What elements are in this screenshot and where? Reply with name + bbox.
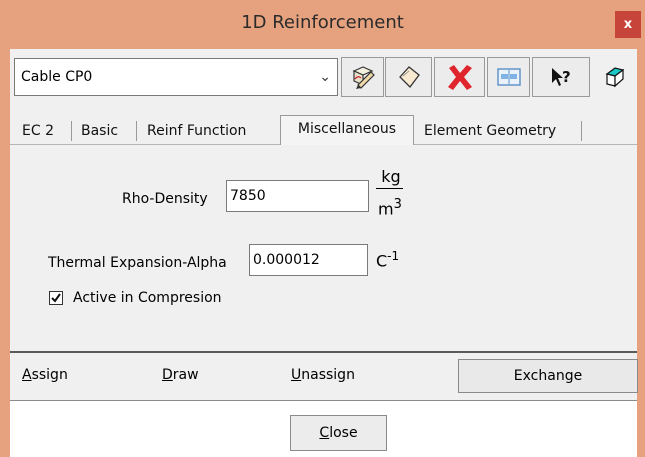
window-frame-left <box>0 49 10 457</box>
reinforcement-select-value: Cable CP0 <box>21 69 93 85</box>
thermal-expansion-unit-exp: -1 <box>387 249 400 263</box>
tab-basic[interactable]: Basic <box>81 119 118 143</box>
tab-reinf-function[interactable]: Reinf Function <box>147 119 246 143</box>
checkmark-icon <box>51 293 61 303</box>
close-label: lose <box>329 425 358 441</box>
eraser-3d-button[interactable] <box>592 57 636 97</box>
window-title: 1D Reinforcement <box>241 12 404 33</box>
properties-button[interactable] <box>487 57 530 97</box>
draw-label: raw <box>172 367 199 383</box>
window-frame-right <box>637 49 645 457</box>
assign-mnemonic: A <box>22 367 32 383</box>
rho-density-label: Rho-Density <box>122 191 208 207</box>
rho-unit-den-base: m <box>378 199 394 219</box>
assign-label: ssign <box>31 367 68 383</box>
edit-pencil-icon <box>352 66 375 89</box>
unassign-mnemonic: U <box>291 367 302 383</box>
rho-unit-numerator: kg <box>381 167 401 186</box>
svg-text:?: ? <box>562 68 571 86</box>
chevron-down-icon[interactable]: ⌄ <box>319 69 331 85</box>
tab-miscellaneous[interactable]: Miscellaneous <box>280 115 414 145</box>
thermal-expansion-input[interactable]: 0.000012 <box>249 244 368 276</box>
properties-icon <box>496 68 521 86</box>
window-close-button[interactable]: x <box>615 11 641 38</box>
tab-separator <box>581 121 582 141</box>
tab-separator <box>71 121 72 141</box>
rho-density-input[interactable]: 7850 <box>226 180 369 212</box>
unassign-button[interactable]: Unassign <box>291 367 355 383</box>
delete-button[interactable] <box>434 57 485 97</box>
active-compression-checkbox[interactable] <box>49 291 63 305</box>
draw-button[interactable]: Draw <box>162 367 199 383</box>
reinforcement-select[interactable]: Cable CP0 ⌄ <box>14 58 338 96</box>
title-bar: 1D Reinforcement x <box>0 0 645 49</box>
active-compression-label[interactable]: Active in Compresion <box>73 290 222 306</box>
dialog-footer: Close <box>10 401 637 457</box>
erase-button[interactable] <box>385 57 432 97</box>
exchange-button[interactable]: Exchange <box>458 359 638 393</box>
close-mnemonic: C <box>319 425 330 441</box>
thermal-expansion-unit: C-1 <box>376 249 399 270</box>
edit-button[interactable] <box>341 57 384 97</box>
thermal-expansion-unit-base: C <box>376 251 388 271</box>
tab-element-geometry[interactable]: Element Geometry <box>424 119 556 143</box>
unassign-label: nassign <box>301 367 355 383</box>
rho-unit-den-exp: 3 <box>393 197 402 212</box>
tab-ec2[interactable]: EC 2 <box>22 119 54 143</box>
whats-this-help-icon: ? <box>552 68 571 86</box>
rho-unit-denominator: m3 <box>378 197 402 218</box>
action-bar: Assign Draw Unassign Exchange <box>10 351 638 401</box>
whats-this-button[interactable]: ? <box>532 57 590 97</box>
eraser-icon <box>398 66 420 88</box>
assign-button[interactable]: Assign <box>22 367 68 383</box>
draw-mnemonic: D <box>162 367 173 383</box>
eraser-3d-icon <box>605 67 625 88</box>
delete-x-icon <box>447 65 472 90</box>
close-button[interactable]: Close <box>290 415 387 451</box>
thermal-expansion-label: Thermal Expansion-Alpha <box>48 255 227 271</box>
tab-strip: EC 2 Basic Reinf Function Miscellaneous … <box>10 115 637 145</box>
tab-separator <box>136 121 137 141</box>
rho-unit-fraction-bar <box>376 188 403 189</box>
